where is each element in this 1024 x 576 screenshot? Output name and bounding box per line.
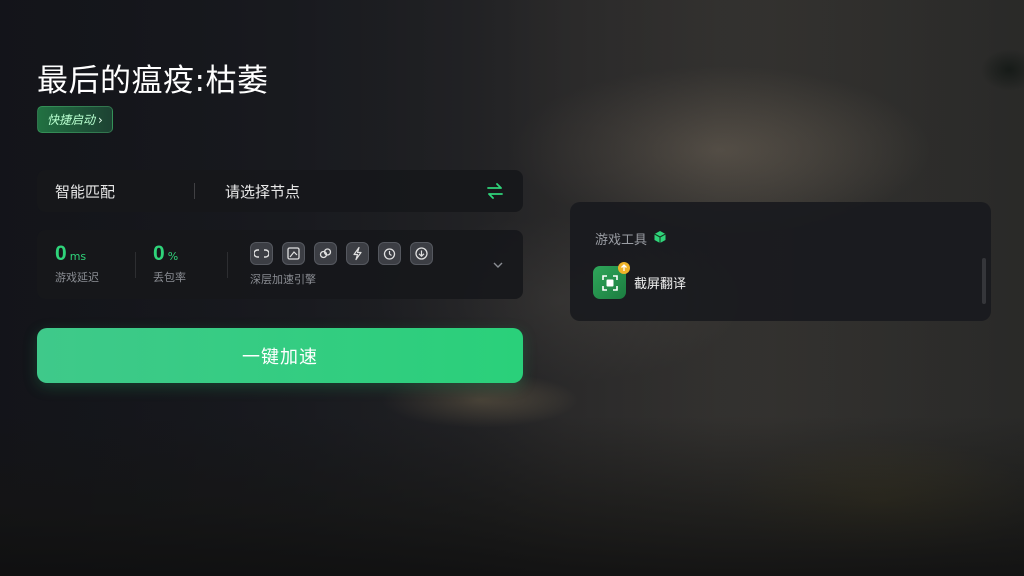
- link-icon[interactable]: [250, 242, 273, 265]
- game-title: 最后的瘟疫:枯萎: [37, 63, 269, 99]
- packet-loss-stat: 0% 丢包率: [153, 242, 186, 285]
- tool-screenshot-translate[interactable]: 截屏翻译: [593, 262, 687, 299]
- divider: [227, 252, 228, 278]
- quick-launch-button[interactable]: 快捷启动 ›: [37, 106, 113, 133]
- latency-label: 游戏延迟: [55, 271, 99, 284]
- latency-value: 0: [55, 242, 67, 265]
- boost-button-label: 一键加速: [242, 346, 318, 368]
- chain-icon[interactable]: [314, 242, 337, 265]
- packet-loss-label: 丢包率: [153, 271, 186, 284]
- swap-icon[interactable]: [485, 181, 505, 201]
- download-icon[interactable]: [410, 242, 433, 265]
- screen-icon[interactable]: [282, 242, 305, 265]
- tool-label: 截屏翻译: [634, 277, 687, 292]
- node-select-label: 请选择节点: [225, 182, 301, 201]
- chevron-right-icon: ›: [98, 112, 103, 127]
- bolt-icon[interactable]: [346, 242, 369, 265]
- match-mode-label: 智能匹配: [55, 182, 116, 201]
- match-mode-dropdown[interactable]: 智能匹配: [37, 182, 195, 201]
- chevron-down-icon[interactable]: [489, 256, 507, 274]
- node-select-dropdown[interactable]: 请选择节点: [195, 181, 485, 202]
- latency-stat: 0 ms 游戏延迟: [55, 242, 99, 285]
- screenshot-translate-icon: [593, 262, 630, 299]
- engine-icon-row: [250, 242, 433, 265]
- background-tree: [954, 0, 1024, 110]
- tools-scrollbar[interactable]: [982, 258, 986, 304]
- cube-icon: [653, 230, 667, 248]
- background-ground: [0, 416, 1024, 576]
- tools-header-label: 游戏工具: [595, 233, 648, 248]
- timer-icon[interactable]: [378, 242, 401, 265]
- one-click-boost-button[interactable]: 一键加速: [37, 328, 523, 383]
- game-tools-panel: 游戏工具 截屏翻译: [570, 202, 991, 321]
- network-stats-panel: 0 ms 游戏延迟 0% 丢包率 深层加速引擎: [37, 230, 523, 299]
- upload-badge-icon: [618, 262, 630, 274]
- divider: [135, 252, 136, 278]
- latency-unit: ms: [69, 250, 87, 263]
- tools-header: 游戏工具: [595, 229, 667, 248]
- packet-loss-value: 0: [153, 242, 165, 265]
- node-selector-bar: 智能匹配 请选择节点: [37, 170, 523, 212]
- deep-engine: 深层加速引擎: [250, 242, 433, 287]
- quick-launch-label: 快捷启动: [47, 113, 96, 127]
- engine-label: 深层加速引擎: [250, 273, 316, 286]
- packet-loss-unit: %: [167, 250, 179, 263]
